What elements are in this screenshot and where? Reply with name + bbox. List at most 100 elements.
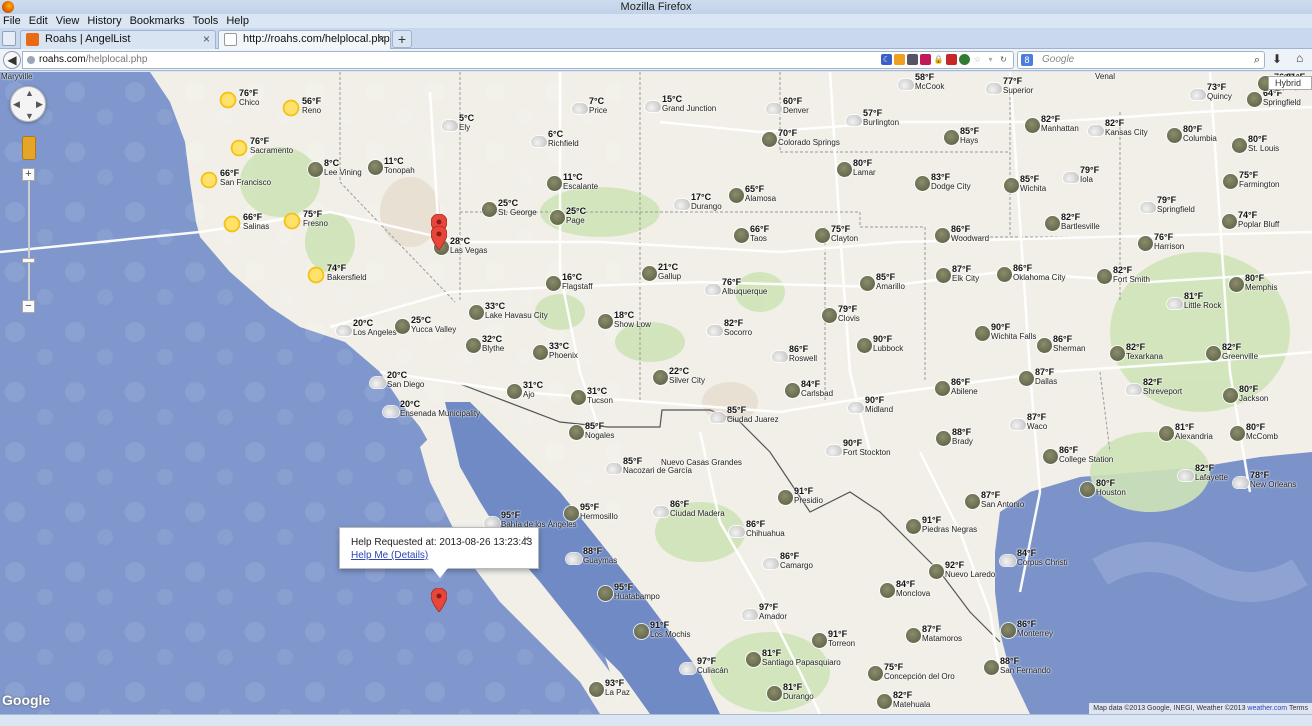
tab-close-icon[interactable]: × (378, 31, 385, 48)
weather-marker[interactable]: 87°F Matamoros (906, 624, 962, 643)
menu-history[interactable]: History (87, 15, 121, 27)
weather-marker[interactable]: 82°F Matehuala (877, 690, 930, 709)
weather-marker[interactable]: 90°F Lubbock (857, 334, 903, 353)
back-button[interactable]: ◀ (3, 51, 21, 69)
weather-marker[interactable]: 88°F San Fernando (984, 656, 1051, 675)
weather-marker[interactable]: 80°F Columbia (1167, 124, 1217, 143)
search-bar[interactable]: 8 Google ⌕ (1017, 51, 1265, 69)
weather-marker[interactable]: 20°C Ensenada Municipality (383, 399, 480, 418)
weather-marker[interactable]: 80°F Memphis (1229, 273, 1277, 292)
weather-marker[interactable]: 66°F Salinas (222, 212, 269, 234)
weather-marker[interactable]: 76°F Chico (218, 88, 259, 110)
firefox-logo-icon[interactable] (2, 1, 14, 13)
weather-marker[interactable]: 15°C Grand Junction (645, 94, 716, 113)
weather-marker[interactable]: 87°F Elk City (936, 264, 979, 283)
url-bar[interactable]: roahs.com/helplocal.php ☾ 🔒 ☆ ▾ ↻ (22, 51, 1014, 69)
weather-marker[interactable]: 7°C Price (572, 96, 607, 115)
weather-marker[interactable]: 21°C Gallup (642, 262, 681, 281)
weather-marker[interactable]: 86°F College Station (1043, 445, 1113, 464)
weather-marker[interactable]: 85°F Ciudad Juarez (710, 405, 779, 424)
weather-marker[interactable]: 79°F Clovis (822, 304, 860, 323)
weather-marker[interactable]: 86°F Abilene (935, 377, 978, 396)
weather-marker[interactable]: 82°F Shreveport (1126, 377, 1182, 396)
weather-marker[interactable]: 11°C Escalante (547, 172, 598, 191)
weather-marker[interactable]: 76°F Harrison (1138, 232, 1184, 251)
weather-marker[interactable]: 82°F Manhattan (1025, 114, 1079, 133)
weather-marker[interactable]: 20°C Los Angeles (336, 318, 397, 337)
weather-marker[interactable]: 31°C Tucson (571, 386, 613, 405)
weather-marker[interactable]: 85°F Nogales (569, 421, 614, 440)
weather-marker[interactable]: 32°C Blythe (466, 334, 504, 353)
weather-marker[interactable]: 82°F Bartlesville (1045, 212, 1100, 231)
reload-icon[interactable]: ↻ (998, 54, 1009, 65)
weather-marker[interactable]: 93°F La Paz (589, 678, 630, 697)
pan-right-icon[interactable]: ▶ (36, 99, 43, 110)
url-dropdown-icon[interactable]: ▾ (985, 54, 996, 65)
weather-marker[interactable]: 18°C Show Low (598, 310, 651, 329)
site-identity-icon[interactable] (27, 56, 35, 64)
close-icon[interactable]: × (523, 532, 530, 546)
weather-marker[interactable]: 80°F Houston (1080, 478, 1126, 497)
weather-marker[interactable]: 80°F Jackson (1223, 384, 1268, 403)
weather-marker[interactable]: 87°F Waco (1010, 412, 1047, 431)
weather-marker[interactable]: 90°F Midland (848, 395, 893, 414)
weather-marker[interactable]: 95°F Huatabampo (598, 582, 660, 601)
weather-marker[interactable]: 8°C Lee Vining (308, 158, 362, 177)
weather-marker[interactable]: 81°F Little Rock (1167, 291, 1221, 310)
weather-marker[interactable]: 66°F Taos (734, 224, 769, 243)
weather-marker[interactable]: 22°C Silver City (653, 366, 705, 385)
weather-marker[interactable]: 86°F Roswell (772, 344, 817, 363)
weather-marker[interactable]: 80°F Lamar (837, 158, 876, 177)
bookmark-star-icon[interactable]: ☆ (972, 54, 983, 65)
pan-control[interactable]: ▲ ▼ ◀ ▶ (10, 86, 46, 122)
tab-helplocal[interactable]: http://roahs.com/helplocal.php × (218, 30, 391, 49)
weather-marker[interactable]: 76°F Sacramento (229, 136, 293, 158)
weather-marker[interactable]: 87°F San Antonio (965, 490, 1024, 509)
weather-marker[interactable]: 65°F Alamosa (729, 184, 776, 203)
weather-marker[interactable]: 16°C Flagstaff (546, 272, 593, 291)
weather-marker[interactable]: 86°F Oklahoma City (997, 263, 1065, 282)
weather-marker[interactable]: 11°C Tonopah (368, 156, 415, 175)
download-icon[interactable]: ⬇ (1272, 52, 1282, 66)
menu-bookmarks[interactable]: Bookmarks (130, 15, 185, 27)
weather-marker[interactable]: 79°F Iola (1063, 165, 1099, 184)
addon-shield-icon[interactable] (894, 54, 905, 65)
weather-marker[interactable]: 81°F Santiago Papasquiaro (746, 648, 841, 667)
weather-marker[interactable]: 25°C St. George (482, 198, 537, 217)
weather-marker[interactable]: 91°F Presidio (778, 486, 823, 505)
weather-marker[interactable]: 33°C Phoenix (533, 341, 578, 360)
weather-marker[interactable]: 82°F Greenville (1206, 342, 1258, 361)
weather-marker[interactable]: 90°F Wichita Falls (975, 322, 1036, 341)
addon-pen-icon[interactable] (920, 54, 931, 65)
weather-marker[interactable]: 86°F Chihuahua (729, 519, 785, 538)
tab-groups-icon[interactable] (2, 31, 16, 46)
weather-marker[interactable]: 82°F Lafayette (1178, 463, 1228, 482)
lock-icon[interactable]: 🔒 (933, 54, 944, 65)
weather-marker[interactable]: 97°F Culiacán (680, 656, 728, 675)
pan-left-icon[interactable]: ◀ (13, 99, 20, 110)
weather-marker[interactable]: 84°F Corpus Christi (1000, 548, 1068, 567)
weather-marker[interactable]: 83°F Dodge City (915, 172, 971, 191)
weather-marker[interactable]: 58°F McCook (898, 72, 944, 91)
weather-marker[interactable]: 88°F Guaymas (566, 546, 617, 565)
weather-marker[interactable]: 97°F Amador (742, 602, 787, 621)
weather-marker[interactable]: 33°C Lake Havasu City (469, 301, 548, 320)
weather-marker[interactable]: 91°F Torreon (812, 629, 855, 648)
weather-marker[interactable]: 91°F Piedras Negras (906, 515, 977, 534)
menu-file[interactable]: File (3, 15, 21, 27)
weather-marker[interactable]: 73°F Quincy (1190, 82, 1232, 101)
zoom-out-button[interactable]: − (22, 300, 35, 313)
weather-marker[interactable]: 87°F Dallas (1019, 367, 1057, 386)
weather-marker[interactable]: 25°C Yucca Valley (395, 315, 456, 334)
map-type-hybrid-button[interactable]: Hybrid (1268, 76, 1312, 90)
weather-marker[interactable]: 86°F Camargo (763, 551, 813, 570)
weather-marker[interactable]: 81°F Durango (767, 682, 814, 701)
weather-marker[interactable]: 84°F Carlsbad (785, 379, 833, 398)
weather-marker[interactable]: 86°F Monterrey (1001, 619, 1053, 638)
weather-marker[interactable]: 86°F Woodward (935, 224, 989, 243)
pan-down-icon[interactable]: ▼ (25, 111, 34, 121)
weather-marker[interactable]: 84°F Monclova (880, 579, 930, 598)
google-logo[interactable]: Google (2, 692, 50, 708)
weather-marker[interactable]: 75°F Clayton (815, 224, 858, 243)
home-icon[interactable]: ⌂ (1296, 51, 1303, 65)
